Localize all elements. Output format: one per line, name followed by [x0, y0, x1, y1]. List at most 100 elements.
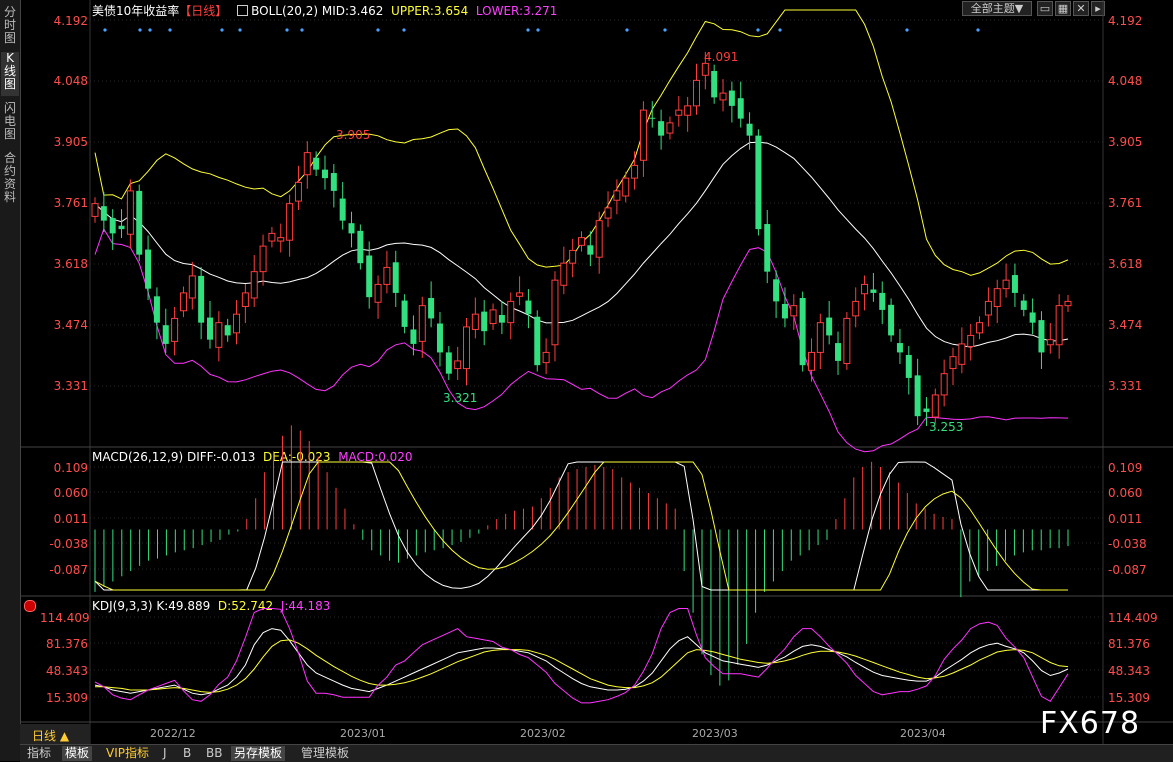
- candle-body: [896, 343, 903, 353]
- tab-j[interactable]: J: [160, 746, 170, 761]
- chart-canvas[interactable]: 3.905 4.091 3.321 3.253: [0, 0, 1173, 761]
- candle-body: [471, 313, 479, 330]
- event-dot: [905, 28, 909, 32]
- candle-body: [153, 296, 160, 323]
- macd-histogram: [94, 425, 1069, 686]
- candle-body: [639, 109, 647, 161]
- tab-b[interactable]: B: [180, 746, 194, 761]
- boll-lines: [94, 9, 1069, 453]
- candle-body: [764, 224, 771, 272]
- candle-body: [118, 225, 125, 230]
- event-dot: [168, 28, 172, 32]
- tab-bb[interactable]: BB: [203, 746, 225, 761]
- candle-body: [339, 198, 346, 221]
- manage-templates-button[interactable]: 管理模板: [298, 746, 352, 761]
- candle-body: [374, 283, 382, 303]
- candle-body: [109, 218, 116, 234]
- candle-body: [852, 300, 860, 317]
- candle-body: [534, 316, 541, 366]
- event-dot: [756, 28, 760, 32]
- candle-body: [1002, 279, 1010, 290]
- candle-body: [701, 62, 709, 76]
- candle-body: [436, 323, 443, 353]
- save-template-button[interactable]: 另存模板: [231, 746, 286, 761]
- candle-body: [481, 311, 488, 332]
- candle-body: [578, 237, 585, 246]
- candle-body: [773, 279, 780, 302]
- period-label: 日线 ▲: [32, 729, 70, 743]
- candle-body: [330, 173, 337, 191]
- candle-body: [401, 300, 408, 327]
- tab-templates[interactable]: 模板: [62, 746, 93, 761]
- candle-body: [233, 313, 241, 334]
- candle-body: [658, 121, 665, 136]
- candle-body: [879, 292, 886, 310]
- tab-indicators[interactable]: 指标: [24, 746, 54, 761]
- candle-body: [870, 289, 877, 293]
- candle-body: [993, 288, 1001, 308]
- candle-body: [949, 356, 957, 370]
- candle-body: [835, 343, 842, 361]
- event-dot: [220, 28, 224, 32]
- macd-diff-line: [94, 461, 1068, 591]
- candle-body: [675, 109, 683, 116]
- candle-body: [250, 271, 258, 299]
- candle-body: [224, 325, 231, 336]
- candle-body: [958, 343, 966, 365]
- candle-body: [259, 245, 267, 273]
- candle-body: [719, 92, 727, 101]
- candle-body: [100, 206, 107, 221]
- kdj-d-line: [95, 639, 1069, 693]
- x-tick: 2023/04: [900, 727, 946, 740]
- candle-body: [410, 329, 417, 344]
- x-tick: 2023/01: [340, 727, 386, 740]
- candle-body: [188, 275, 196, 299]
- candle-body: [313, 157, 320, 170]
- candle-body: [711, 71, 718, 98]
- candle-body: [1029, 312, 1036, 323]
- candle-body: [489, 309, 497, 325]
- candle-body: [136, 190, 143, 255]
- candle-body: [914, 375, 921, 417]
- candle-body: [357, 230, 364, 264]
- event-dot: [526, 28, 530, 32]
- candle-body: [215, 322, 223, 348]
- candle-body: [790, 305, 798, 317]
- event-dot: [148, 28, 152, 32]
- candle-body: [294, 181, 302, 202]
- candle-body: [206, 317, 213, 340]
- candle-body: [1011, 275, 1018, 293]
- candle-body: [976, 322, 984, 334]
- event-dot: [103, 28, 107, 32]
- event-dot: [376, 28, 380, 32]
- annotation-high: 3.905: [336, 128, 370, 142]
- event-dot: [778, 28, 782, 32]
- candle-body: [1064, 300, 1072, 307]
- candle-body: [692, 79, 700, 107]
- candle-body: [542, 351, 550, 364]
- candle-body: [843, 317, 851, 364]
- event-dot: [625, 28, 629, 32]
- candle-body: [807, 351, 815, 371]
- candle-body: [392, 262, 399, 293]
- candle-body: [560, 262, 568, 286]
- event-dot: [138, 28, 142, 32]
- period-selector[interactable]: 日线 ▲: [20, 724, 90, 744]
- candle-body: [277, 237, 285, 242]
- candle-body: [905, 354, 912, 378]
- candle-body: [516, 292, 524, 297]
- tab-vip-indicators[interactable]: VIP指标: [103, 746, 152, 761]
- candle-body: [613, 190, 621, 201]
- candle-body: [507, 300, 515, 324]
- annotation-low: 3.321: [443, 391, 477, 405]
- candle-body: [498, 315, 505, 323]
- event-markers: [103, 28, 980, 32]
- candle-body: [198, 275, 205, 323]
- candle-body: [171, 317, 179, 342]
- candle-body: [445, 352, 452, 374]
- x-tick: 2022/12: [150, 727, 196, 740]
- candle-body: [888, 304, 895, 336]
- kdj-k-line: [94, 628, 1069, 696]
- candle-body: [631, 164, 639, 179]
- candle-body: [162, 325, 169, 344]
